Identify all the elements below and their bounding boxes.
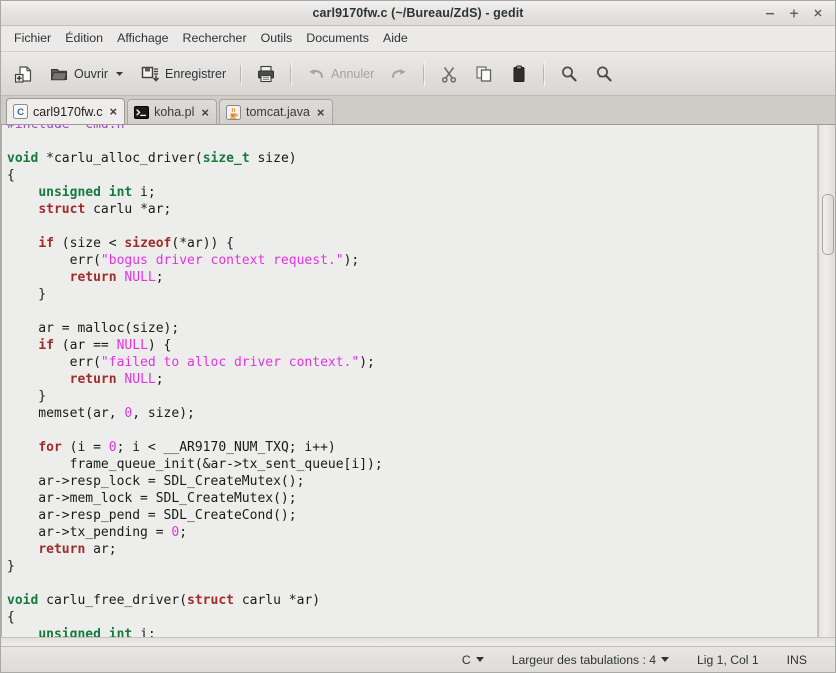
perl-script-icon xyxy=(134,105,150,120)
menu-edition[interactable]: Édition xyxy=(58,28,110,49)
redo-arrow-icon xyxy=(389,64,409,84)
cut-button[interactable] xyxy=(432,57,466,91)
minimize-icon[interactable] xyxy=(759,3,781,23)
open-button[interactable]: Ouvrir xyxy=(42,57,132,91)
tab-koha-pl[interactable]: koha.pl × xyxy=(127,99,217,124)
open-button-label: Ouvrir xyxy=(74,66,109,81)
toolbar-separator-2 xyxy=(290,61,293,86)
language-label: C xyxy=(461,652,471,667)
horizontal-scrollbar[interactable] xyxy=(1,637,835,646)
close-icon[interactable] xyxy=(807,3,829,23)
open-folder-icon xyxy=(49,64,69,84)
open-dropdown-icon[interactable] xyxy=(114,68,125,79)
tab-label: tomcat.java xyxy=(245,105,310,119)
chevron-down-icon xyxy=(661,657,670,662)
undo-button[interactable]: Annuler xyxy=(299,57,381,91)
svg-text:C: C xyxy=(17,107,24,118)
cursor-position-label: Lig 1, Col 1 xyxy=(697,652,759,667)
cursor-position: Lig 1, Col 1 xyxy=(683,653,773,667)
search-icon xyxy=(559,64,579,84)
tab-label: carl9170fw.c xyxy=(33,104,103,119)
gedit-window: carl9170fw.c (~/Bureau/ZdS) - gedit Fich… xyxy=(0,0,836,673)
menu-affichage[interactable]: Affichage xyxy=(110,28,175,49)
paste-button[interactable] xyxy=(502,57,536,91)
save-icon xyxy=(140,64,160,84)
menu-aide[interactable]: Aide xyxy=(376,28,415,49)
tab-width-label: Largeur des tabulations : 4 xyxy=(511,652,657,667)
clipboard-icon xyxy=(509,64,529,84)
insert-mode-label: INS xyxy=(786,652,807,667)
status-bar: C Largeur des tabulations : 4 Lig 1, Col… xyxy=(1,646,835,672)
editor-area: #include "cmd.h" void *carlu_alloc_drive… xyxy=(1,124,835,637)
print-button[interactable] xyxy=(249,57,283,91)
tab-width-selector[interactable]: Largeur des tabulations : 4 xyxy=(498,653,683,667)
tab-carl9170fw-c[interactable]: C carl9170fw.c × xyxy=(6,98,126,124)
copy-button[interactable] xyxy=(467,57,501,91)
title-bar: carl9170fw.c (~/Bureau/ZdS) - gedit xyxy=(1,1,835,26)
copy-icon xyxy=(474,64,494,84)
tab-close-icon[interactable]: × xyxy=(201,106,209,119)
toolbar-separator-1 xyxy=(240,61,243,86)
source-view[interactable]: #include "cmd.h" void *carlu_alloc_drive… xyxy=(1,125,818,637)
tab-label: koha.pl xyxy=(154,105,195,119)
menu-bar: Fichier Édition Affichage Rechercher Out… xyxy=(1,26,835,52)
vertical-scrollbar[interactable] xyxy=(818,125,835,637)
save-button-label: Enregistrer xyxy=(165,66,227,81)
c-source-icon: C xyxy=(13,104,28,119)
find-button[interactable] xyxy=(552,57,586,91)
save-button[interactable]: Enregistrer xyxy=(133,57,233,91)
toolbar-separator-3 xyxy=(423,61,426,86)
scissors-icon xyxy=(439,64,459,84)
maximize-icon[interactable] xyxy=(783,3,805,23)
tab-tomcat-java[interactable]: tomcat.java × xyxy=(218,99,333,124)
vertical-scrollbar-thumb[interactable] xyxy=(822,194,834,255)
tool-bar: Ouvrir Enregistrer Annuler xyxy=(1,52,835,96)
menu-documents[interactable]: Documents xyxy=(299,28,376,49)
undo-button-label: Annuler xyxy=(331,66,375,81)
window-title: carl9170fw.c (~/Bureau/ZdS) - gedit xyxy=(312,6,524,20)
tab-close-icon[interactable]: × xyxy=(317,106,325,119)
redo-button[interactable] xyxy=(382,57,416,91)
tab-bar: C carl9170fw.c × koha.pl × tomcat.java × xyxy=(1,96,835,124)
menu-fichier[interactable]: Fichier xyxy=(7,28,58,49)
undo-arrow-icon xyxy=(306,64,326,84)
search-replace-icon xyxy=(594,64,614,84)
new-document-button[interactable] xyxy=(7,57,41,91)
chevron-down-icon xyxy=(475,657,484,662)
source-code-text: #include "cmd.h" void *carlu_alloc_drive… xyxy=(7,125,383,637)
window-controls xyxy=(759,1,829,25)
replace-button[interactable] xyxy=(587,57,621,91)
toolbar-separator-4 xyxy=(543,61,546,86)
printer-icon xyxy=(256,64,276,84)
menu-rechercher[interactable]: Rechercher xyxy=(176,28,254,49)
insert-mode: INS xyxy=(773,653,821,667)
menu-outils[interactable]: Outils xyxy=(254,28,300,49)
language-selector[interactable]: C xyxy=(448,653,498,667)
new-document-icon xyxy=(14,64,34,84)
tab-close-icon[interactable]: × xyxy=(109,105,117,118)
java-source-icon xyxy=(225,104,241,120)
